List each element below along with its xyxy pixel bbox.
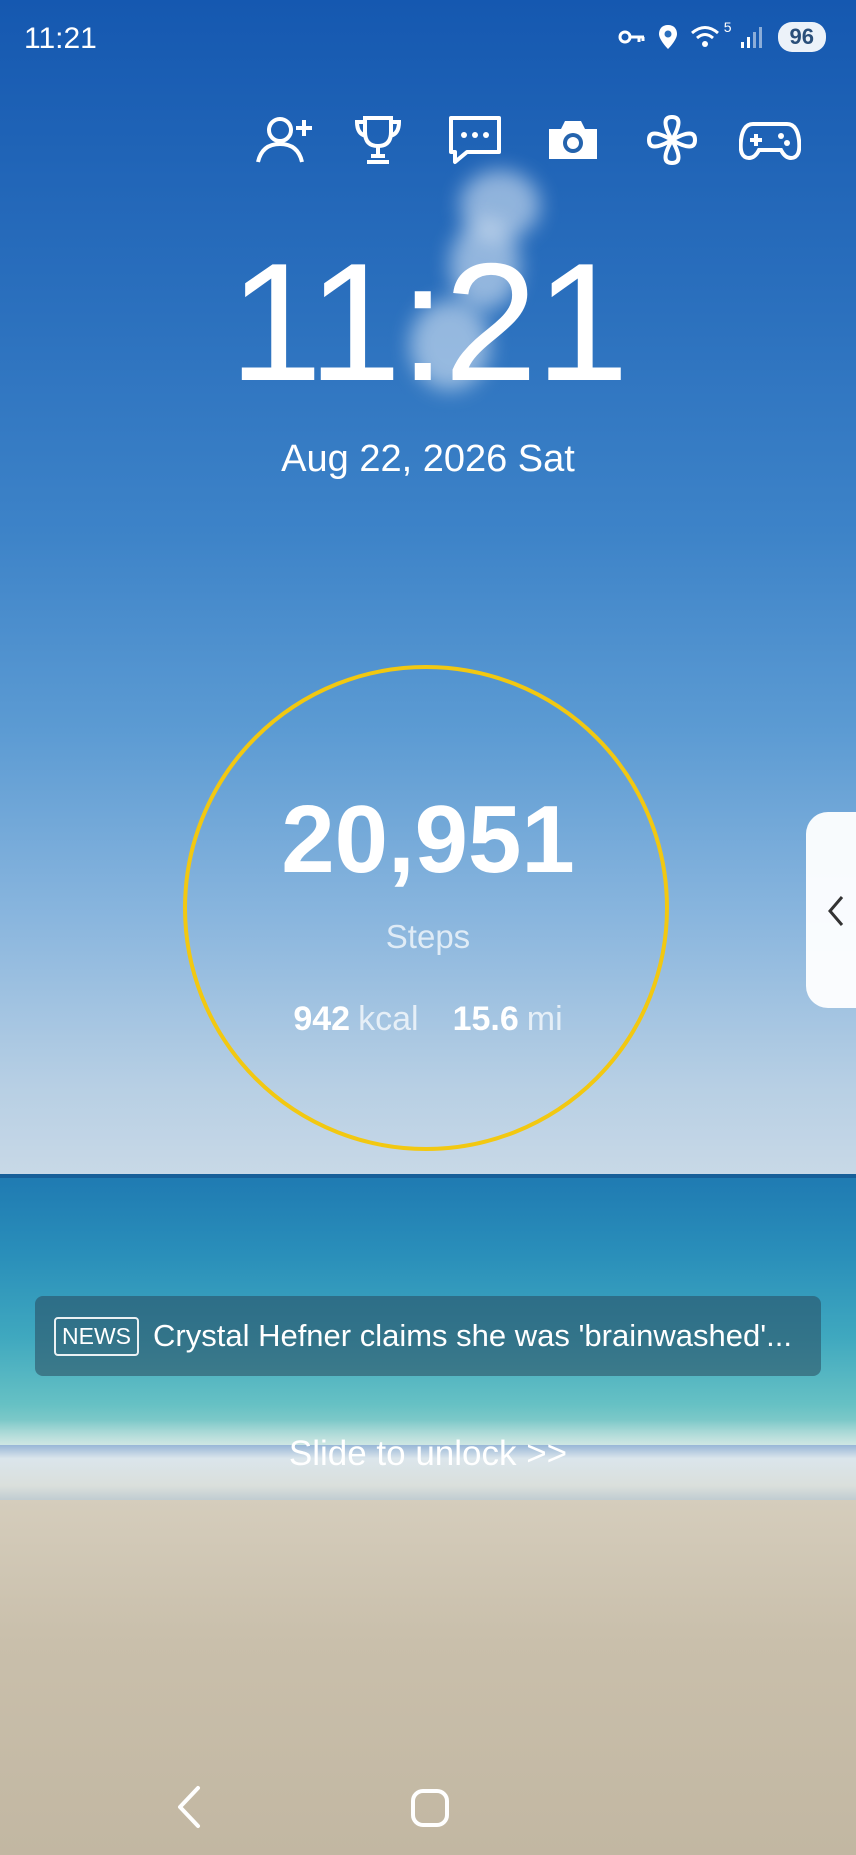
add-contact-icon[interactable] <box>250 105 320 175</box>
battery-icon: 96 <box>777 22 826 52</box>
news-ticker[interactable]: NEWS Crystal Hefner claims she was 'brai… <box>35 1296 821 1376</box>
chevron-left-icon <box>828 896 844 926</box>
news-badge: NEWS <box>54 1316 139 1356</box>
side-panel-handle[interactable] <box>806 812 856 1008</box>
status-bar: 11:21 5 96 <box>0 0 856 80</box>
location-icon <box>658 24 678 50</box>
steps-label: Steps <box>385 918 471 955</box>
slide-to-unlock[interactable]: Slide to unlock >> <box>0 1434 856 1474</box>
gamepad-icon[interactable] <box>735 105 805 175</box>
navigation-bar <box>0 1760 856 1855</box>
news-headline[interactable]: Crystal Hefner claims she was 'brainwash… <box>153 1318 792 1354</box>
activity-stats: 942 kcal 15.6 mi <box>0 1000 856 1039</box>
key-icon <box>618 27 646 47</box>
calories-unit: kcal <box>358 1000 419 1038</box>
calories-stat: 942 kcal <box>293 1000 418 1039</box>
steps-count: 20,951 <box>281 786 575 893</box>
lockscreen-date: Aug 22, 2026 Sat <box>281 438 575 480</box>
status-time: 11:21 <box>24 22 97 55</box>
clover-icon[interactable] <box>637 105 707 175</box>
quick-tools <box>250 105 830 175</box>
camera-icon[interactable] <box>538 105 608 175</box>
wifi-band-label: 5 <box>723 19 732 35</box>
trophy-icon[interactable] <box>343 105 413 175</box>
calories-value: 942 <box>293 1000 351 1038</box>
message-icon[interactable] <box>440 105 510 175</box>
status-icons: 5 96 <box>618 19 826 52</box>
wallpaper-horizon <box>0 1174 856 1178</box>
steps-ring[interactable] <box>183 665 669 1151</box>
distance-stat: 15.6 mi <box>453 1000 563 1039</box>
lockscreen-clock: 11:21 <box>229 228 629 416</box>
distance-value: 15.6 <box>452 1000 519 1038</box>
wifi-icon: 5 <box>690 19 732 49</box>
distance-unit: mi <box>526 1000 563 1038</box>
signal-icon <box>740 25 766 49</box>
back-icon[interactable] <box>170 1782 210 1837</box>
home-icon[interactable] <box>409 1782 451 1837</box>
